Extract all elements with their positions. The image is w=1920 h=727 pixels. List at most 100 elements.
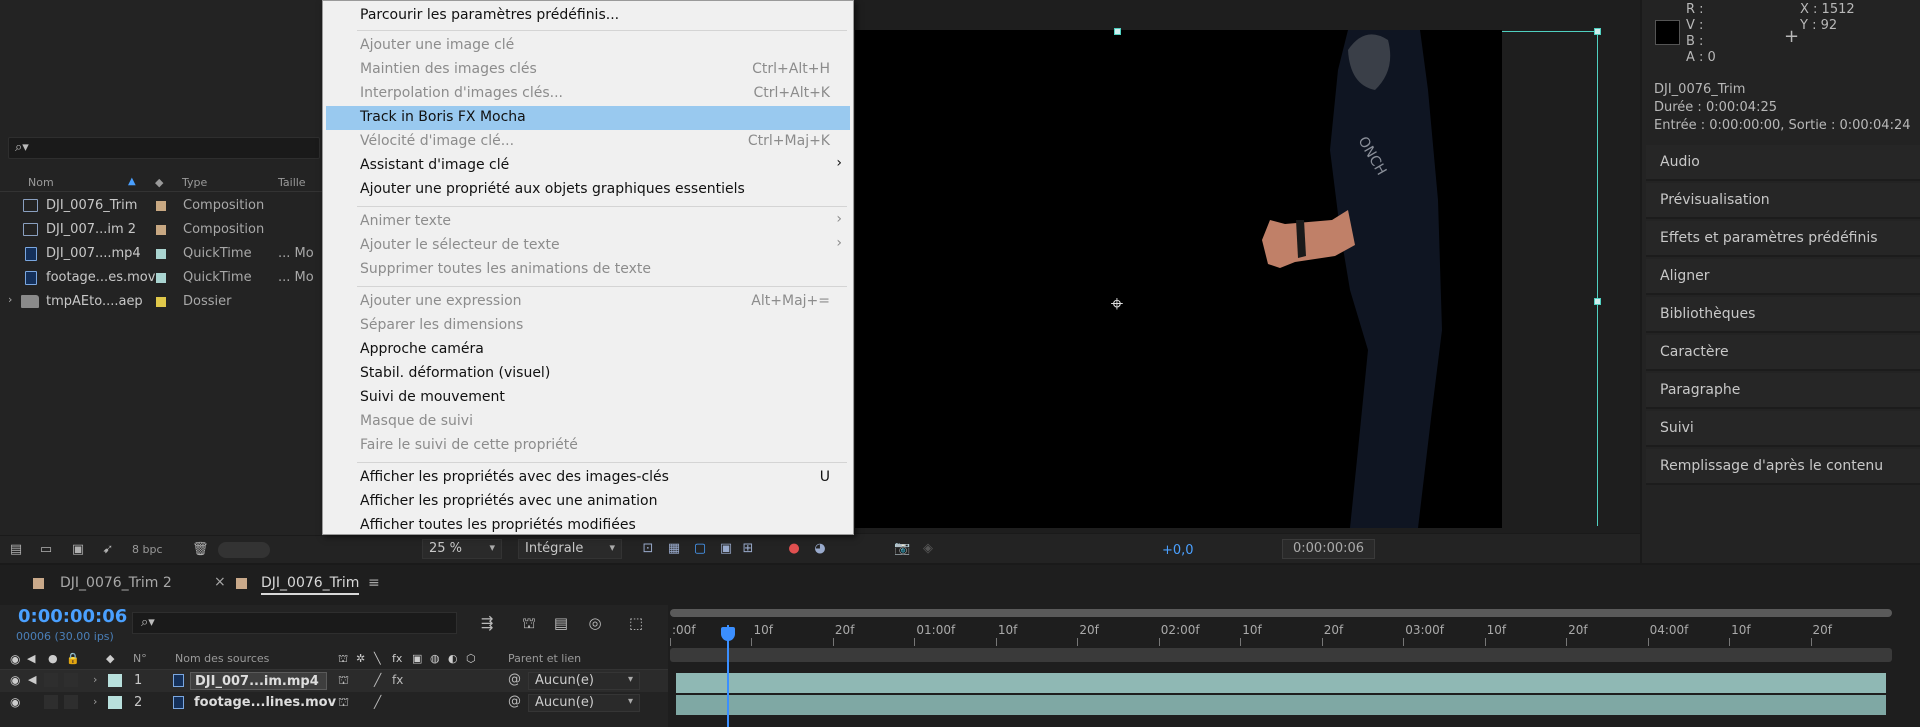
eye-icon[interactable]: ◉ (10, 673, 20, 687)
quality-icon[interactable]: ╱ (374, 673, 381, 687)
project-item[interactable]: › tmpAEto....aep Dossier (0, 290, 322, 314)
menu-item-separate-dimensions[interactable]: Séparer les dimensions (326, 314, 850, 338)
playhead-handle[interactable] (721, 627, 735, 641)
menu-item-reveal-modified[interactable]: Afficher toutes les propriétés modifiées (326, 514, 850, 534)
menu-item-toggle-hold-keyframe[interactable]: Maintien des images clés Ctrl+Alt+H (326, 58, 850, 82)
menu-item-keyframe-interpolation[interactable]: Interpolation d'images clés... Ctrl+Alt+K (326, 82, 850, 106)
new-composition-icon[interactable]: ▣ (70, 543, 86, 556)
eye-icon[interactable]: ◉ (10, 695, 20, 709)
layer-name[interactable]: footage...lines.mov (190, 694, 336, 712)
quality-icon[interactable]: ╲ (374, 652, 381, 665)
close-tab-icon[interactable]: × (214, 574, 226, 590)
viewer-timecode[interactable]: 0:00:00:06 (1282, 539, 1376, 559)
audio-icon[interactable]: ◀ (28, 673, 36, 686)
work-area-bar[interactable] (670, 609, 1892, 617)
menu-item-track-mask[interactable]: Masque de suivi (326, 410, 850, 434)
shy-icon[interactable]: ⛫ (338, 695, 349, 711)
exposure-value[interactable]: +0,0 (1162, 543, 1194, 558)
shy-icon[interactable]: ⛫ (338, 652, 348, 667)
solo-toggle[interactable] (44, 673, 58, 687)
project-item[interactable]: DJI_007....mp4 QuickTime ... Mo (0, 242, 322, 266)
show-snapshot-icon[interactable]: ◈ (920, 542, 936, 556)
effects-icon[interactable]: fx (392, 673, 403, 687)
menu-item-essential-graphics[interactable]: Ajouter une propriété aux objets graphiq… (326, 178, 850, 202)
transform-handle[interactable] (1594, 28, 1601, 35)
label-swatch[interactable] (108, 696, 122, 709)
expand-chevron-icon[interactable]: › (93, 673, 97, 686)
hide-shy-layers-icon[interactable]: ▤ (550, 614, 572, 632)
project-item[interactable]: DJI_0076_Trim Composition (0, 194, 322, 218)
adjustment-layer-icon[interactable]: ◐ (448, 652, 458, 665)
panel-libraries[interactable]: Bibliothèques (1646, 297, 1920, 333)
transparency-grid-icon[interactable]: ▦ (666, 542, 682, 556)
tab-dji-trim-2[interactable]: DJI_0076_Trim 2 (60, 575, 172, 591)
column-size[interactable]: Taille (278, 176, 306, 189)
trash-icon[interactable]: 🗑 (192, 543, 209, 556)
label-swatch[interactable] (108, 674, 122, 687)
menu-item-browse-presets[interactable]: Parcourir les paramètres prédéfinis... (326, 4, 850, 28)
label-tag-icon[interactable]: ◆ (106, 652, 114, 665)
motion-blur-icon[interactable]: ◍ (430, 652, 440, 665)
solo-toggle[interactable] (44, 695, 58, 709)
table-row[interactable]: ◉ ◀ › 1 DJI_007...im.mp4 ⛫ ╱ fx @ Aucun(… (0, 670, 668, 692)
panel-tracker[interactable]: Suivi (1646, 411, 1920, 447)
dependencies-icon[interactable]: ➹ (100, 543, 116, 556)
column-name[interactable]: Nom (28, 176, 54, 189)
menu-item-animate-text[interactable]: Animer texte › (326, 210, 850, 234)
shy-icon[interactable]: ⛫ (338, 673, 349, 689)
bit-depth-button[interactable]: 8 bpc (132, 543, 163, 556)
solo-icon[interactable]: ● (48, 652, 58, 665)
label-swatch[interactable] (156, 201, 166, 211)
snapshot-camera-icon[interactable]: 📷 (894, 542, 910, 556)
3d-layer-icon[interactable]: ⬡ (466, 652, 476, 665)
menu-item-reveal-keyframes[interactable]: Afficher les propriétés avec des images-… (326, 466, 850, 490)
expand-chevron-icon[interactable]: › (93, 695, 97, 708)
column-source-name[interactable]: Nom des sources (175, 652, 269, 665)
menu-item-remove-text-animators[interactable]: Supprimer toutes les animations de texte (326, 258, 850, 282)
new-folder-icon[interactable]: ▭ (38, 543, 54, 556)
column-number[interactable]: N° (133, 652, 147, 665)
project-search-input[interactable]: ⌕▾ (8, 137, 320, 159)
current-time-display[interactable]: 0:00:00:06 (18, 606, 127, 627)
lock-toggle[interactable] (64, 673, 78, 687)
resolution-dropdown[interactable]: Intégrale ▾ (518, 539, 622, 559)
tab-dji-trim[interactable]: DJI_0076_Trim (261, 575, 360, 595)
pick-whip-icon[interactable]: @ (508, 694, 521, 709)
panel-audio[interactable]: Audio (1646, 145, 1920, 181)
column-parent[interactable]: Parent et lien (508, 652, 581, 665)
menu-item-reveal-animation[interactable]: Afficher les propriétés avec une animati… (326, 490, 850, 514)
draft-3d-icon[interactable]: ⛫ (518, 614, 540, 632)
interpret-footage-icon[interactable]: ▤ (8, 543, 24, 556)
transform-handle[interactable] (1114, 28, 1121, 35)
label-swatch[interactable] (156, 225, 166, 235)
frame-blend-icon[interactable]: ▣ (412, 652, 422, 665)
composition-mini-flowchart-icon[interactable]: ⇶ (476, 614, 498, 632)
layer-duration-bar[interactable] (676, 695, 1886, 715)
menu-item-keyframe-velocity[interactable]: Vélocité d'image clé... Ctrl+Maj+K (326, 130, 850, 154)
anchor-point-icon[interactable]: ⌖ (1104, 292, 1130, 318)
channel-icon[interactable]: ● (786, 542, 802, 556)
parent-dropdown[interactable]: Aucun(e) ▾ (528, 694, 640, 712)
transform-handle[interactable] (1594, 298, 1601, 305)
layer-name[interactable]: DJI_007...im.mp4 (190, 672, 327, 690)
panel-character[interactable]: Caractère (1646, 335, 1920, 371)
zoom-dropdown[interactable]: 25 % ▾ (422, 539, 502, 559)
column-type[interactable]: Type (182, 176, 207, 189)
panel-preview[interactable]: Prévisualisation (1646, 183, 1920, 219)
menu-item-track-camera[interactable]: Approche caméra (326, 338, 850, 362)
menu-item-add-keyframe[interactable]: Ajouter une image clé (326, 34, 850, 58)
label-swatch[interactable] (156, 273, 166, 283)
fast-preview-icon[interactable]: ⊡ (640, 542, 656, 556)
lock-toggle[interactable] (64, 695, 78, 709)
effects-icon[interactable]: fx (392, 652, 402, 665)
grid-guides-icon[interactable]: ⊞ (740, 542, 756, 556)
sort-ascending-icon[interactable]: ▲ (128, 176, 136, 187)
region-of-interest-icon[interactable]: ▣ (718, 542, 734, 556)
label-tag-icon[interactable]: ◆ (155, 176, 163, 189)
expand-chevron-icon[interactable]: › (8, 293, 12, 306)
menu-item-add-expression[interactable]: Ajouter une expression Alt+Maj+= (326, 290, 850, 314)
menu-item-warp-stabilizer[interactable]: Stabil. déformation (visuel) (326, 362, 850, 386)
collapse-icon[interactable]: ✲ (356, 652, 365, 665)
reset-exposure-icon[interactable]: ◕ (812, 542, 828, 556)
table-row[interactable]: ◉ › 2 footage...lines.mov ⛫ ╱ @ Aucun(e)… (0, 692, 668, 714)
